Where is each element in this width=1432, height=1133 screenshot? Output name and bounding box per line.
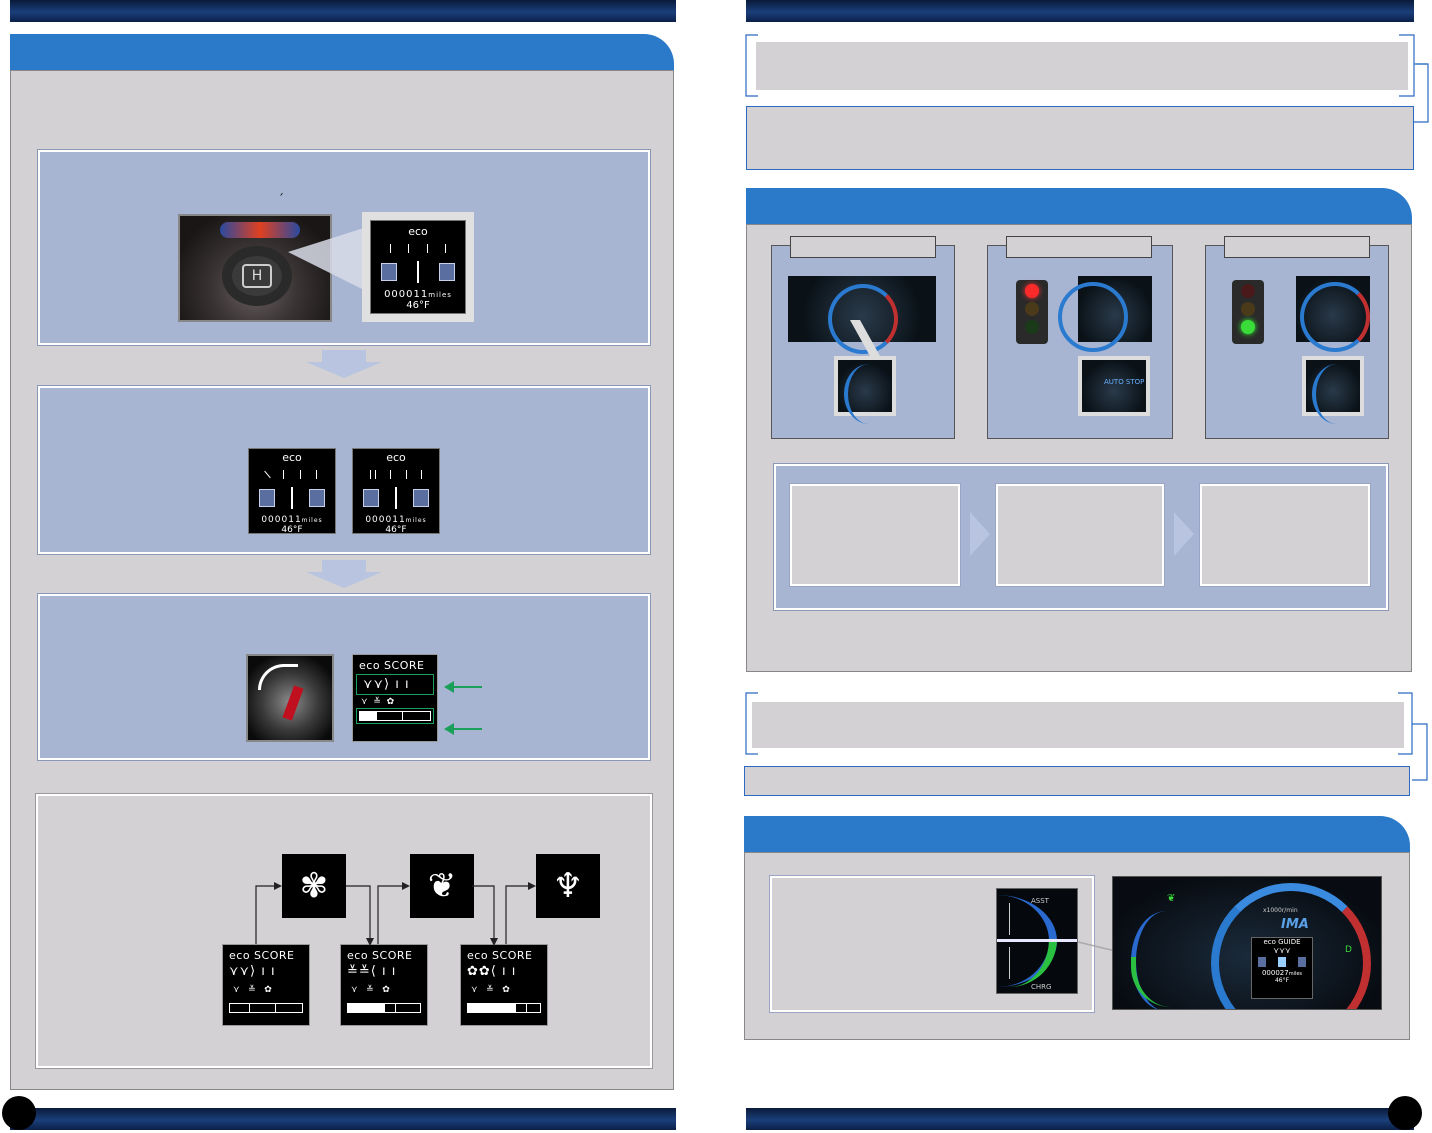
left-section-title: [10, 34, 674, 50]
autostop-label-1: [790, 236, 936, 258]
note4-box: [744, 766, 1410, 796]
eco-display-zoom: eco 000011miles 46°F: [370, 220, 466, 314]
zoom-tach-1: [834, 356, 896, 424]
note2-box: [746, 106, 1414, 170]
callout-line-1: [850, 320, 880, 356]
page-number-left: [2, 1096, 36, 1130]
eco-leaf-icon: ❦: [1167, 893, 1176, 904]
down-arrow-2: [306, 560, 382, 588]
ima-logo: IMA: [1281, 917, 1309, 932]
left-section-header: [10, 34, 674, 70]
lcd-callout-frame: eco 000011miles 46°F: [362, 212, 474, 322]
note1-frame: [745, 34, 1427, 97]
assist-section-header: [744, 816, 1410, 852]
eco-display-b: eco 000011miles 46°F: [352, 448, 440, 535]
cluster-photo-2: [1058, 276, 1152, 352]
top-bar-left: [10, 0, 676, 22]
step1-text: ´: [278, 192, 284, 206]
green-arrow-leaves: [444, 681, 482, 693]
left-intro: [11, 71, 673, 103]
eco-score-bar: [356, 708, 434, 724]
page-number-right: [1388, 1096, 1422, 1130]
flow-chevron-1: [970, 512, 990, 556]
cluster-photo-3: [1296, 276, 1370, 352]
eco-score-display: eco SCORE ⋎⋎⟩ ı ı ⋎ ≚ ✿: [352, 654, 438, 742]
gear-indicator: D: [1345, 945, 1352, 955]
step2-text: [40, 388, 648, 416]
assist-gauge-zoom: ASST CHRG: [996, 888, 1078, 994]
stages-text: [38, 796, 650, 824]
autostop-label-3: [1224, 236, 1370, 258]
chrg-label: CHRG: [1031, 983, 1052, 991]
flow-chevron-2: [1174, 512, 1194, 556]
autostop-section-header: [746, 188, 1412, 224]
eco-guide-title: eco GUIDE: [1263, 938, 1301, 946]
stages-flow-lines: [255, 882, 536, 946]
instrument-cluster-photo: x1000r/min IMA eco GUIDE ⋎⋎⋎ 000027miles…: [1112, 876, 1382, 1010]
step2-panel: eco 000011miles 46°F eco 000011miles 46°…: [37, 385, 651, 555]
step3-text: [40, 596, 648, 624]
autostop-label-2: [1006, 236, 1152, 258]
eco-score-leaf-row: ⋎⋎⟩ ı ı: [356, 674, 434, 695]
green-arrow-bar: [444, 723, 482, 735]
flow-box-3: [1199, 483, 1371, 587]
rpm-label: x1000r/min: [1263, 907, 1298, 914]
ignition-switch-photo: [246, 654, 334, 742]
bottom-bar-left: [10, 1108, 676, 1130]
eco-display-a: eco 000011miles 46°F: [248, 448, 336, 535]
down-arrow-1: [306, 350, 382, 378]
flow-box-1: [789, 483, 961, 587]
zoom-tach-2: AUTO STOP: [1078, 356, 1150, 416]
traffic-light-red: [1016, 280, 1048, 344]
top-bar-right: [746, 0, 1414, 22]
flow-box-2: [995, 483, 1165, 587]
asst-label: ASST: [1031, 897, 1049, 905]
step1-panel: ´ H eco 000011miles 46°F: [37, 149, 651, 346]
traffic-light-green: [1232, 280, 1264, 344]
step3-panel: eco SCORE ⋎⋎⟩ ı ı ⋎ ≚ ✿: [37, 593, 651, 761]
zoom-tach-3: [1302, 356, 1364, 424]
note-bracket-right: [1413, 63, 1429, 123]
bottom-bar-right: [746, 1108, 1414, 1130]
